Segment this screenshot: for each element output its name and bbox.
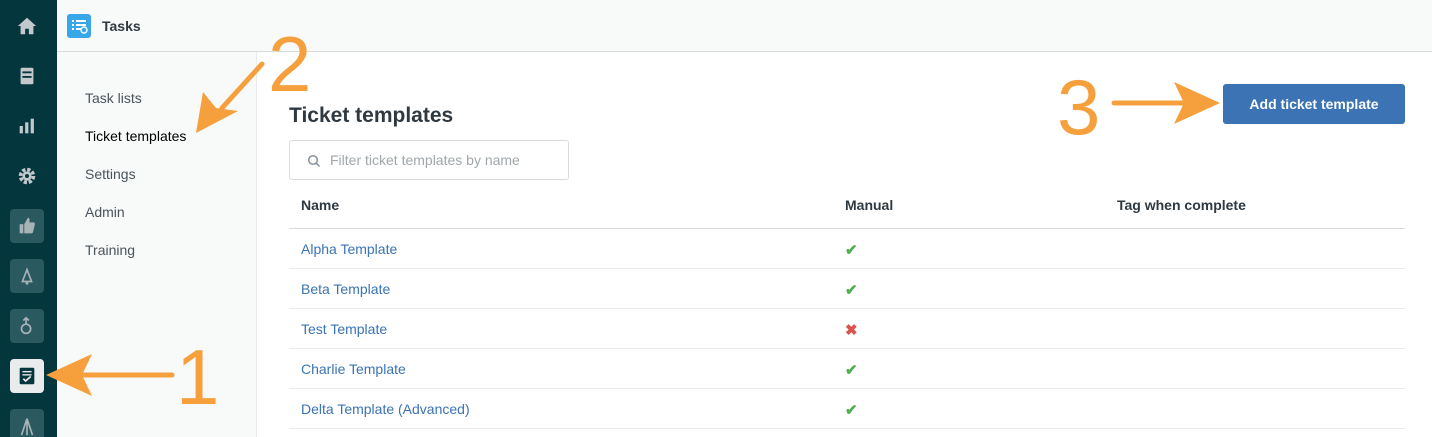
annotation-arrow-2 [196, 61, 265, 133]
annotation-arrows [46, 61, 1220, 396]
annotation-arrow-3 [1111, 82, 1220, 124]
annotation-arrow-1 [46, 354, 175, 396]
